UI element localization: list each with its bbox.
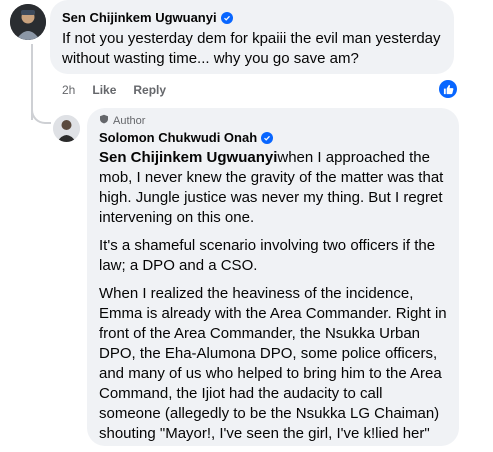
comment-thread: Sen Chijinkem Ugwuanyi If not you yester… — [0, 0, 493, 452]
avatar[interactable] — [53, 115, 80, 142]
paragraph-2: It's a shameful scenario involving two o… — [99, 237, 436, 274]
verified-badge-icon — [261, 131, 274, 144]
thread-branch — [31, 96, 51, 124]
comment-text: Sen Chijinkem Ugwuanyiwhen I approached … — [99, 148, 447, 228]
comment-author-name[interactable]: Sen Chijinkem Ugwuanyi — [62, 9, 217, 26]
like-icon[interactable] — [439, 80, 457, 98]
comment-text: If not you yesterday dem for kpaiii the … — [62, 30, 441, 67]
comment-actions: 2h Like Reply — [62, 82, 166, 98]
reply-button[interactable]: Reply — [133, 82, 166, 98]
author-badge-icon — [99, 114, 109, 128]
comment-timestamp[interactable]: 2h — [62, 82, 75, 98]
reply-bubble: Author Solomon Chukwudi Onah Sen Chijink… — [87, 108, 459, 446]
avatar[interactable] — [10, 4, 46, 40]
paragraph-3: When I realized the heaviness of the inc… — [99, 285, 447, 442]
mention-link[interactable]: Sen Chijinkem Ugwuanyi — [99, 149, 277, 166]
comment-author-name[interactable]: Solomon Chukwudi Onah — [99, 129, 257, 146]
author-badge-label: Author — [113, 115, 146, 127]
author-badge: Author — [99, 114, 447, 128]
like-button[interactable]: Like — [92, 82, 116, 98]
verified-badge-icon — [220, 11, 233, 24]
comment-bubble: Sen Chijinkem Ugwuanyi If not you yester… — [50, 0, 454, 74]
